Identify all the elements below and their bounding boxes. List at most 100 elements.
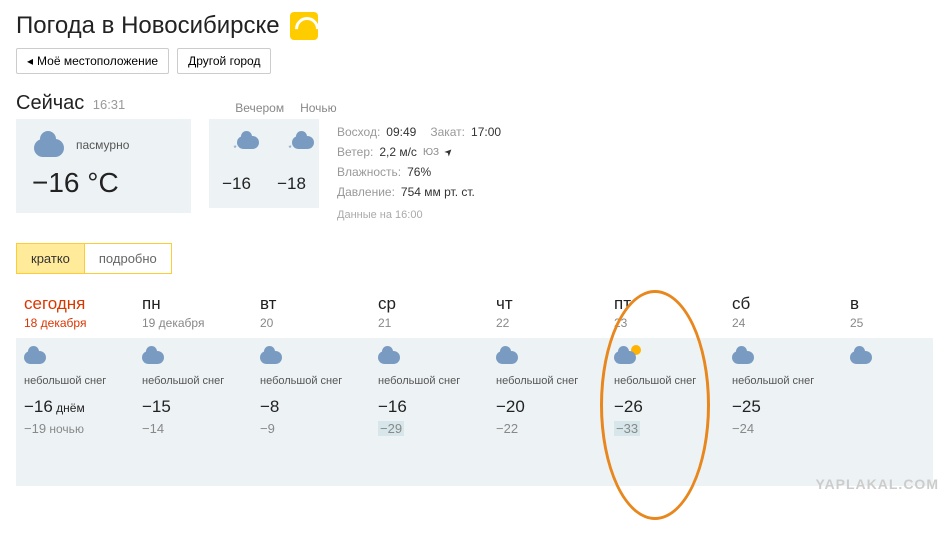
weather-logo-icon (290, 12, 318, 40)
evening-label: Вечером (235, 101, 284, 115)
day-body: *небольшой снег−15−14 (134, 338, 252, 486)
night-card: * −18 (264, 119, 319, 208)
day-name: сб (732, 294, 834, 314)
page-header: Погода в Новосибирске (16, 12, 933, 40)
day-name: пн (142, 294, 244, 314)
wind-value: 2,2 м/с (379, 145, 417, 159)
current-temp: −16 °C (32, 167, 175, 199)
now-label: Сейчас (16, 92, 84, 114)
day-body: * небольшой снег −20 −22 (488, 338, 606, 486)
night-temp: −14 (142, 421, 244, 436)
forecast-day[interactable]: ср 21 * небольшой снег −16 −29 (370, 290, 488, 486)
watermark: YAPLAKAL.COM (816, 476, 940, 492)
pressure-label: Давление: (337, 185, 395, 199)
other-city-button[interactable]: Другой город (177, 48, 271, 74)
day-name: вт (260, 294, 362, 314)
night-temp: −29 (378, 421, 480, 436)
light-snow-icon: * (225, 133, 249, 151)
humidity-label: Влажность: (337, 165, 401, 179)
location-controls: ◂ Моё местоположение Другой город (16, 48, 933, 74)
day-head: сб 24 (724, 290, 842, 338)
day-name: ср (378, 294, 480, 314)
my-location-label: Моё местоположение (37, 54, 158, 68)
other-city-label: Другой город (188, 54, 260, 68)
wind-arrow-icon: ➤ (442, 145, 456, 159)
day-head: чт 22 (488, 290, 606, 338)
forecast-day[interactable]: в 25 * (842, 290, 933, 486)
day-name: чт (496, 294, 598, 314)
evening-temp: −16 (219, 174, 254, 194)
day-temp: −25 (732, 397, 834, 417)
day-body: * небольшой снег −25 −24 (724, 338, 842, 486)
day-date: 23 (614, 316, 716, 330)
day-date: 22 (496, 316, 598, 330)
day-condition: небольшой снег (260, 375, 362, 387)
location-arrow-icon: ◂ (27, 54, 33, 68)
sunset-value: 17:00 (471, 125, 501, 139)
day-condition: небольшой снег (142, 375, 244, 387)
day-date: 19 декабря (142, 316, 244, 330)
current-condition: пасмурно (76, 138, 129, 152)
evening-card: * −16 (209, 119, 264, 208)
night-temp: −33 (614, 421, 716, 436)
forecast-day[interactable]: пн19 декабря*небольшой снег−15−14 (134, 290, 252, 486)
light-snow-icon: * (732, 348, 756, 366)
day-condition: небольшой снег (378, 375, 480, 387)
night-temp: −9 (260, 421, 362, 436)
day-name: в (850, 294, 933, 314)
day-head: пт 23 (606, 290, 724, 338)
day-temp: −20 (496, 397, 598, 417)
page-title: Погода в Новосибирске (16, 12, 280, 40)
day-temp: −16 (378, 397, 480, 417)
day-condition: небольшой снег (614, 375, 716, 387)
day-temp: −15 (142, 397, 244, 417)
night-temp: −18 (274, 174, 309, 194)
night-temp: −19 ночью (24, 421, 126, 436)
weather-details: Восход: 09:49 Закат: 17:00 Ветер: 2,2 м/… (337, 119, 501, 221)
day-name: пт (614, 294, 716, 314)
now-header: Сейчас 16:31 Вечером Ночью (16, 92, 933, 115)
overcast-icon (32, 133, 68, 157)
day-temp: −16 днём (24, 397, 126, 417)
day-name: сегодня (24, 294, 126, 314)
light-snow-icon: * (378, 348, 402, 366)
wind-dir: ЮЗ (423, 147, 439, 158)
day-head: ср 21 (370, 290, 488, 338)
day-condition: небольшой снег (496, 375, 598, 387)
data-timestamp: Данные на 16:00 (337, 209, 501, 221)
day-body: * небольшой снег −26 −33 (606, 338, 724, 486)
view-tabs: кратко подробно (16, 243, 933, 274)
my-location-button[interactable]: ◂ Моё местоположение (16, 48, 169, 74)
day-date: 24 (732, 316, 834, 330)
day-condition: небольшой снег (732, 375, 834, 387)
day-body: *небольшой снег−8−9 (252, 338, 370, 486)
wind-label: Ветер: (337, 145, 373, 159)
light-snow-icon: * (614, 348, 638, 366)
day-condition: небольшой снег (24, 375, 126, 387)
tab-brief[interactable]: кратко (16, 243, 85, 274)
day-body: * (842, 338, 933, 486)
humidity-value: 76% (407, 165, 431, 179)
forecast-row: сегодня 18 декабря * небольшой снег −16 днём… (16, 290, 933, 486)
current-weather-row: пасмурно −16 °C * −16 * −18 Восход: 09:4… (16, 119, 933, 221)
light-snow-icon: * (280, 133, 304, 151)
forecast-day[interactable]: чт 22 * небольшой снег −20 −22 (488, 290, 606, 486)
day-date: 25 (850, 316, 933, 330)
night-temp: −24 (732, 421, 834, 436)
forecast-day[interactable]: вт 20 *небольшой снег−8−9 (252, 290, 370, 486)
day-date: 18 декабря (24, 316, 126, 330)
day-head: вт 20 (252, 290, 370, 338)
light-snow-icon: * (496, 348, 520, 366)
sunrise-value: 09:49 (386, 125, 416, 139)
forecast-day[interactable]: пт 23 * небольшой снег −26 −33 (606, 290, 724, 486)
forecast-day[interactable]: сб 24 * небольшой снег −25 −24 (724, 290, 842, 486)
tab-detailed[interactable]: подробно (85, 243, 172, 274)
day-body: *небольшой снег−16 днём−19 ночью (16, 338, 134, 486)
day-temp: −26 (614, 397, 716, 417)
day-body: * небольшой снег −16 −29 (370, 338, 488, 486)
night-temp: −22 (496, 421, 598, 436)
day-date: 21 (378, 316, 480, 330)
sunset-label: Закат: (430, 125, 465, 139)
forecast-day[interactable]: сегодня18 декабря*небольшой снег−16 днём… (16, 290, 134, 486)
day-date: 20 (260, 316, 362, 330)
